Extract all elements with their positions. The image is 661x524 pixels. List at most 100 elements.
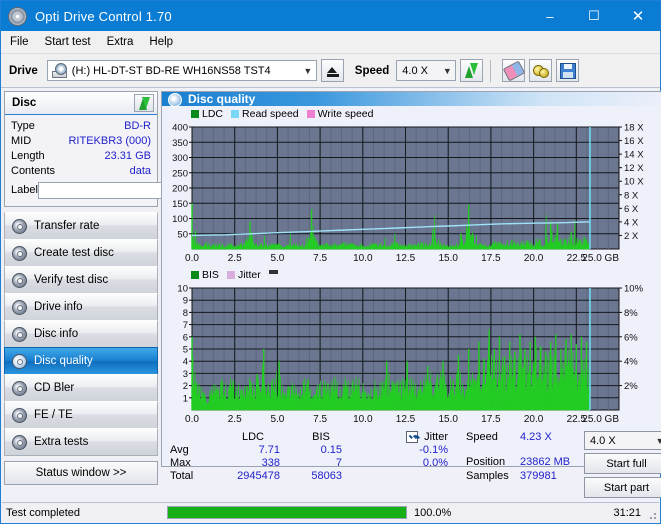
svg-text:7.5: 7.5: [313, 414, 327, 425]
svg-text:15.0: 15.0: [438, 253, 458, 264]
main-body: Disc Type BD-R MID RITEKBR3 (000) Length…: [1, 88, 661, 498]
sidebar-item-extra-tests[interactable]: Extra tests: [4, 428, 158, 456]
drive-select[interactable]: (H:) HL-DT-ST BD-RE WH16NS58 TST4 ▼: [46, 60, 317, 81]
menu-extra[interactable]: Extra: [107, 34, 143, 50]
disc-panel-header: Disc: [5, 92, 157, 115]
panel-header: Disc quality: [162, 92, 661, 107]
stats-row-avg-ldc: 7.71: [258, 444, 280, 456]
resize-grip-icon[interactable]: [647, 510, 657, 520]
menu-help[interactable]: Help: [149, 34, 182, 50]
svg-text:0.0: 0.0: [185, 253, 199, 264]
sidebar-item-label: Disc info: [34, 328, 79, 340]
save-floppy-icon: [559, 62, 576, 79]
status-window-button[interactable]: Status window >>: [4, 461, 158, 485]
speed-label: Speed: [354, 64, 390, 77]
drive-select-value: (H:) HL-DT-ST BD-RE WH16NS58 TST4: [71, 64, 271, 77]
svg-text:1: 1: [183, 393, 188, 404]
sidebar-item-create-test-disc[interactable]: Create test disc: [4, 239, 158, 267]
disc-label-row: Label: [11, 179, 242, 201]
svg-text:350: 350: [172, 138, 188, 149]
maximize-button[interactable]: ☐: [572, 1, 616, 31]
sidebar-item-drive-info[interactable]: Drive info: [4, 293, 158, 321]
position-key: Position: [466, 456, 506, 468]
refresh-drive-button[interactable]: [460, 59, 484, 82]
svg-text:9: 9: [183, 296, 188, 307]
svg-text:2 X: 2 X: [624, 231, 639, 242]
sidebar-item-disc-info[interactable]: Disc info: [4, 320, 158, 348]
svg-text:7.5: 7.5: [313, 253, 327, 264]
run-controls: Speed 4.23 X Position 23862 MB Samples 3…: [462, 431, 661, 498]
svg-text:8%: 8%: [624, 308, 638, 319]
disc-icon: [11, 381, 27, 396]
jitter-checkbox[interactable]: [406, 431, 419, 443]
svg-text:2.5: 2.5: [228, 253, 242, 264]
svg-text:25.0 GB: 25.0 GB: [582, 414, 619, 425]
menu-file[interactable]: File: [10, 34, 38, 50]
legend-swatch-icon: [191, 271, 199, 279]
disc-icon: [11, 435, 27, 450]
sidebar: Disc Type BD-R MID RITEKBR3 (000) Length…: [1, 88, 242, 485]
svg-text:4: 4: [183, 357, 188, 368]
disc-refresh-button[interactable]: [134, 94, 154, 112]
sidebar-item-disc-quality[interactable]: Disc quality: [4, 347, 158, 375]
sidebar-nav: Transfer rate Create test disc Verify te…: [4, 212, 158, 456]
disc-icon: [11, 273, 27, 288]
legend-label: LDC: [202, 108, 224, 120]
start-full-button[interactable]: Start full: [584, 453, 661, 474]
disc-icon: [11, 354, 27, 369]
disc-icon: [11, 219, 27, 234]
svg-text:25.0 GB: 25.0 GB: [582, 253, 619, 264]
sidebar-item-fe-te[interactable]: FE / TE: [4, 401, 158, 429]
stats-header-ldc: LDC: [241, 431, 264, 443]
eject-icon: [327, 66, 338, 73]
svg-text:12.5: 12.5: [396, 414, 416, 425]
sidebar-item-label: CD Bler: [34, 382, 75, 394]
svg-text:14 X: 14 X: [624, 150, 644, 161]
sidebar-item-transfer-rate[interactable]: Transfer rate: [4, 212, 158, 240]
test-speed-select[interactable]: 4.0 X ▼: [584, 431, 661, 450]
svg-text:10.0: 10.0: [353, 253, 373, 264]
svg-text:2%: 2%: [624, 381, 638, 392]
sidebar-item-cd-bler[interactable]: CD Bler: [4, 374, 158, 402]
svg-text:5: 5: [183, 345, 188, 356]
legend-swatch-icon: [226, 271, 235, 279]
svg-text:200: 200: [172, 184, 188, 195]
chart-1-legend: LDC Read speed Write speed: [162, 106, 661, 121]
position-value: 23862 MB: [520, 456, 571, 468]
sidebar-item-verify-test-disc[interactable]: Verify test disc: [4, 266, 158, 294]
close-button[interactable]: ✕: [616, 1, 660, 31]
chevron-down-icon: ▼: [303, 65, 313, 76]
disc-panel: Disc Type BD-R MID RITEKBR3 (000) Length…: [4, 91, 242, 207]
speed-select[interactable]: 4.0 X ▼: [396, 60, 457, 81]
eject-button[interactable]: [320, 59, 344, 82]
disc-icon: [11, 327, 27, 342]
legend-label: Jitter: [237, 269, 261, 281]
svg-text:2: 2: [183, 381, 188, 392]
svg-text:17.5: 17.5: [481, 414, 501, 425]
legend-swatch-icon: [191, 110, 199, 118]
samples-key: Samples: [466, 470, 509, 482]
legend-item-jitter: Jitter: [226, 269, 261, 281]
disc-icon: [11, 408, 27, 423]
svg-text:2.5: 2.5: [228, 414, 242, 425]
erase-button[interactable]: [502, 59, 526, 82]
minimize-button[interactable]: –: [528, 1, 572, 31]
stats-area: LDC BIS Avg 7.71 0.15 Max 338 7 Total 29…: [162, 428, 661, 498]
ldc-chart: 50 100 150 200 250 300 350 400 2 X 4 X 6 X 8 X 10 X 1…: [162, 121, 661, 267]
drive-icon: [51, 62, 69, 79]
jitter-box: Jitter -0.1% 0.0%: [406, 431, 448, 469]
tools-button[interactable]: [529, 59, 553, 82]
drive-label: Drive: [9, 64, 38, 77]
toolbar-divider: [490, 59, 492, 82]
disc-label-key: Label: [11, 184, 38, 196]
svg-text:10.0: 10.0: [353, 414, 373, 425]
start-part-button[interactable]: Start part: [584, 477, 661, 498]
tools-icon: [532, 63, 549, 78]
chevron-down-icon: ▼: [655, 435, 661, 446]
chart-2-legend: BIS Jitter: [162, 267, 661, 282]
svg-text:4 X: 4 X: [624, 217, 639, 228]
svg-text:7: 7: [183, 320, 188, 331]
svg-text:20.0: 20.0: [524, 414, 544, 425]
menu-start-test[interactable]: Start test: [45, 34, 100, 50]
save-button[interactable]: [556, 59, 580, 82]
